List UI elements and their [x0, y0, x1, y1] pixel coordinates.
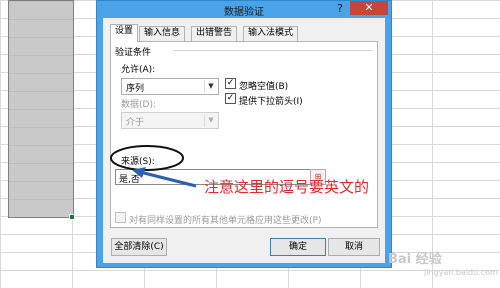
- close-button[interactable]: ✕: [350, 1, 388, 15]
- chevron-down-icon: ▼: [204, 114, 217, 127]
- annotation-text: 注意这里的逗号要英文的: [204, 178, 370, 196]
- settings-panel: 验证条件 允许(A): 序列 ▼ ✓ 忽略空值(B) ✓ 提供下拉箭头(I) 数…: [110, 41, 378, 228]
- allow-label: 允许(A):: [121, 65, 156, 75]
- tab-settings[interactable]: 设置: [110, 24, 139, 42]
- group-title-validation-criteria: 验证条件: [115, 48, 152, 58]
- data-validation-dialog: 数据验证 ? ✕ 设置 输入信息 出错警告 输入法模式 验证条件 允许(A): …: [96, 0, 392, 268]
- in-cell-dropdown-label[interactable]: 提供下拉箭头(I): [239, 94, 303, 107]
- source-label: 来源(S):: [121, 157, 155, 167]
- group-divider: [173, 50, 373, 51]
- apply-all-checkbox: [115, 212, 126, 223]
- ok-button[interactable]: 确定: [270, 238, 326, 256]
- tab-input-message[interactable]: 输入信息: [139, 26, 186, 41]
- cancel-button[interactable]: 取消: [328, 238, 380, 256]
- allow-select[interactable]: 序列 ▼: [121, 78, 219, 95]
- apply-all-label: 对有同样设置的所有其他单元格应用这些更改(P): [129, 216, 322, 226]
- in-cell-dropdown-checkbox[interactable]: ✓: [225, 93, 236, 104]
- data-select: 介于 ▼: [121, 112, 219, 129]
- fill-handle[interactable]: [69, 214, 75, 220]
- clear-all-button[interactable]: 全部清除(C): [111, 238, 167, 256]
- chevron-down-icon: ▼: [204, 80, 217, 93]
- help-button[interactable]: ?: [333, 2, 347, 15]
- selected-column-range[interactable]: [8, 0, 74, 218]
- data-label: 数据(D):: [121, 100, 156, 110]
- tab-error-alert[interactable]: 出错警告: [191, 26, 238, 41]
- watermark-logo: Bai 经验: [388, 252, 442, 267]
- data-select-value: 介于: [126, 118, 145, 128]
- dialog-titlebar[interactable]: 数据验证 ? ✕: [97, 1, 391, 18]
- allow-select-value: 序列: [126, 84, 145, 94]
- source-input-value: 是,否: [119, 175, 140, 185]
- tab-ime-mode[interactable]: 输入法模式: [243, 26, 299, 41]
- ignore-blank-label[interactable]: 忽略空值(B): [239, 79, 288, 92]
- watermark-url: jingyan.baidu.com: [424, 268, 498, 277]
- ignore-blank-checkbox[interactable]: ✓: [225, 78, 236, 89]
- dialog-client: 设置 输入信息 出错警告 输入法模式 验证条件 允许(A): 序列 ▼ ✓ 忽略…: [103, 18, 385, 263]
